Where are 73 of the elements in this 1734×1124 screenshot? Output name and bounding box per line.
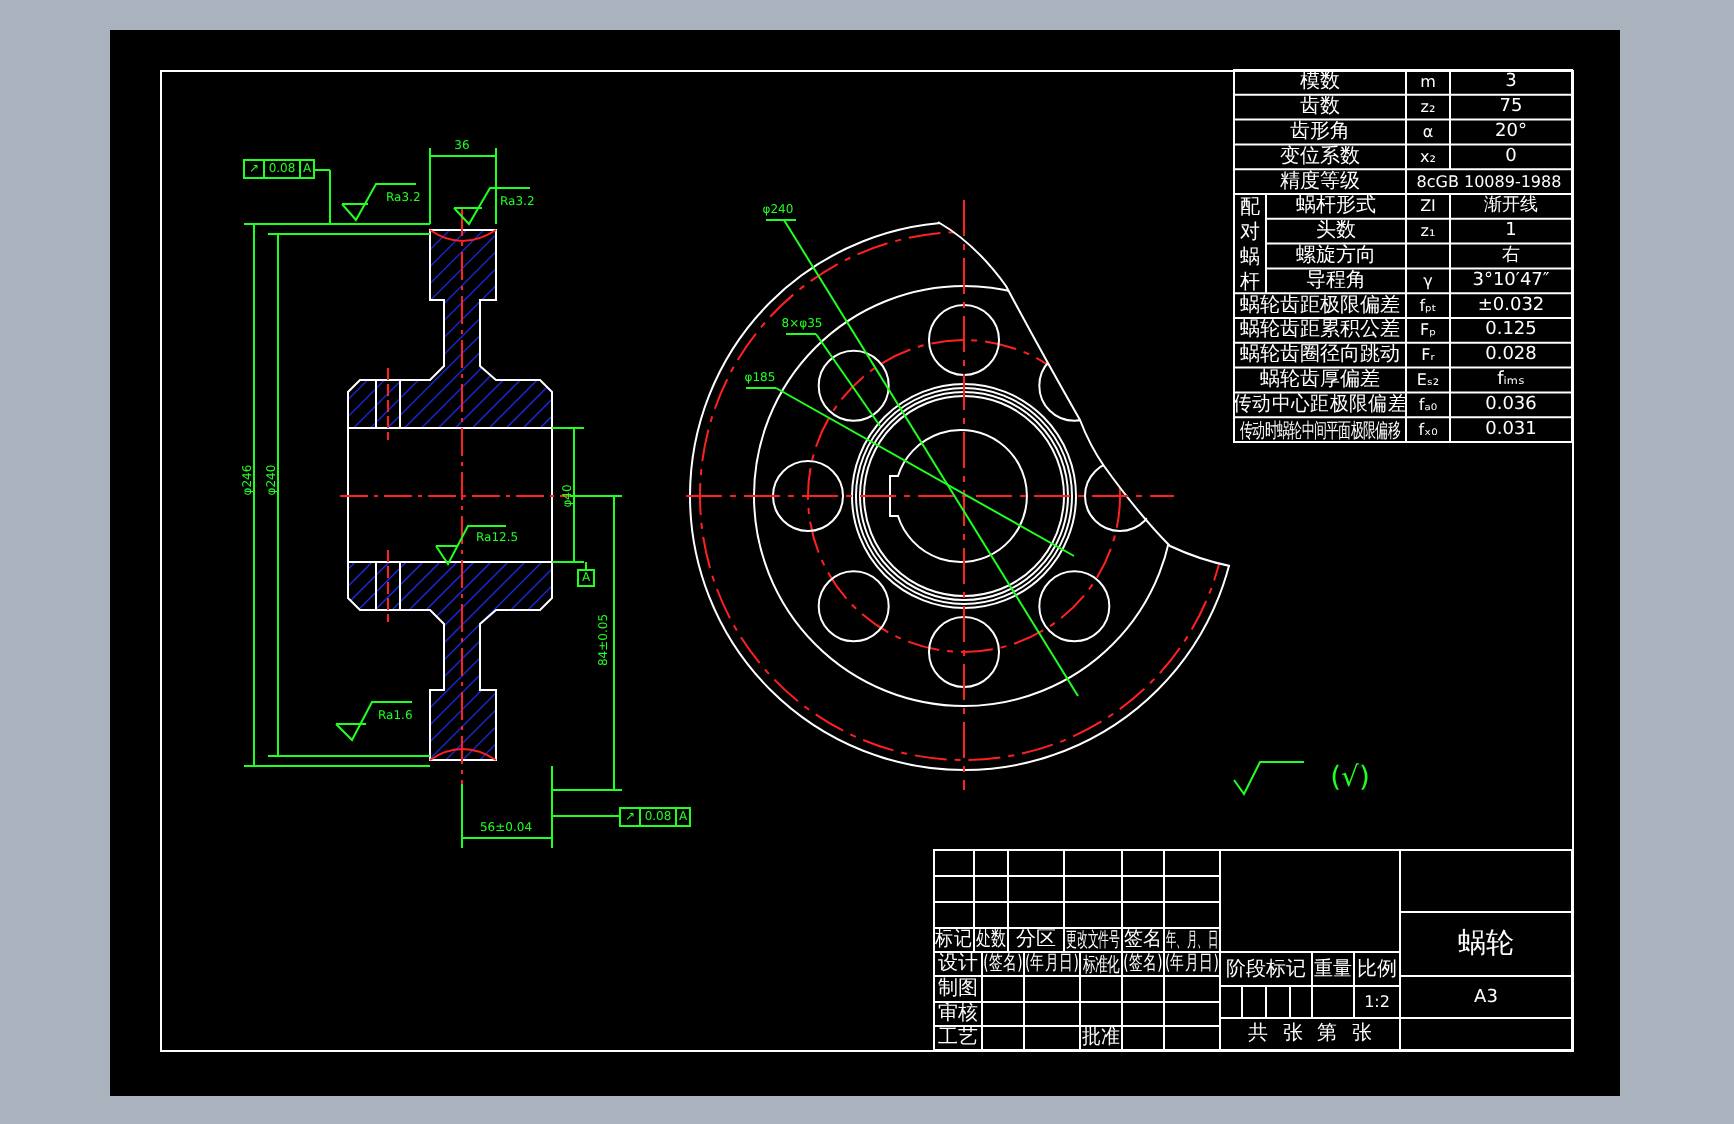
table-cell: 75 (1499, 97, 1523, 118)
table-cell: 工艺 (938, 1027, 978, 1049)
table-cell: 批准 (1081, 1026, 1121, 1050)
table-cell: 0.036 (1485, 394, 1537, 415)
table-cell: 年、月、日 (1165, 928, 1219, 952)
roughness-label: (√) (1330, 762, 1370, 794)
table-cell: (签名) (983, 952, 1023, 976)
table-cell: 0.028 (1485, 345, 1537, 366)
table-cell: z₁ (1420, 222, 1436, 241)
table-cell: 处数 (975, 928, 1007, 952)
table-cell: m (1420, 73, 1436, 92)
table-cell: 20° (1495, 122, 1527, 142)
table-cell: 右 (1502, 246, 1520, 266)
table-cell: 1 (1505, 221, 1517, 242)
table-cell: 蜗轮齿距极限偏差 (1240, 294, 1400, 317)
table-cell: 蜗轮齿距累积公差 (1240, 319, 1400, 342)
table-cell: 分区 (1016, 929, 1056, 951)
roughness-symbol-icon (335, 701, 413, 742)
table-cell: 传动时蜗轮中间平面极限偏移 (1240, 417, 1400, 442)
table-cell: 制图 (938, 978, 978, 1000)
table-cell: Fᵣ (1421, 346, 1435, 365)
table-cell: 审核 (938, 1003, 978, 1025)
table-cell: 设计 (938, 953, 978, 975)
table-cell: fₓ₀ (1418, 420, 1438, 439)
table-cell: 更改文件号 (1066, 928, 1120, 952)
table-cell: 签名 (1123, 928, 1163, 952)
table-cell: 比例 (1357, 959, 1397, 981)
table-cell: 0 (1505, 146, 1517, 167)
table-cell: x₂ (1420, 147, 1436, 166)
table-cell: 0.031 (1485, 419, 1537, 440)
table-cell: Fₚ (1419, 321, 1437, 340)
table-cell: 重量 (1313, 958, 1353, 982)
table-cell: 标记 (935, 928, 973, 952)
table-cell: (年月日) (1165, 952, 1219, 976)
table-cell: (年月日) (1025, 952, 1079, 976)
table-cell: 渐开线 (1484, 196, 1538, 217)
table-cell: 齿数 (1300, 96, 1340, 119)
table-cell: Eₛ₂ (1416, 371, 1440, 389)
table-cell: 精度等级 (1280, 170, 1360, 193)
table-cell: 配对蜗杆 (1240, 197, 1260, 294)
table-cell: (签名) (1123, 952, 1163, 976)
table-cell: 模数 (1300, 71, 1340, 94)
table-cell: ZI (1420, 197, 1436, 216)
table-cell: 齿形角 (1290, 121, 1350, 143)
datum-frame (577, 569, 595, 587)
table-cell: 变位系数 (1280, 145, 1360, 168)
table-cell: fₐ₀ (1418, 395, 1438, 414)
table-cell: fₚₜ (1419, 296, 1437, 315)
sheet-format: A3 (1474, 988, 1498, 1008)
table-cell: 1:2 (1364, 993, 1390, 1011)
table-cell: 头数 (1316, 220, 1356, 243)
table-cell: 蜗轮齿圈径向跳动 (1240, 344, 1400, 367)
table-cell: α (1422, 123, 1434, 141)
roughness-symbol-icon (341, 183, 417, 222)
part-name: 蜗轮 (1458, 928, 1514, 960)
table-cell: 标准化 (1082, 952, 1120, 976)
table-cell: γ (1423, 271, 1433, 290)
table-cell: 0.125 (1485, 320, 1537, 341)
table-cell: fᵢₘₛ (1497, 370, 1525, 390)
table-cell: 8cGB 10089-1988 (1416, 172, 1562, 191)
table-cell: 3°10′47″ (1472, 270, 1550, 291)
table-cell: 传动中心距极限偏差 (1233, 393, 1407, 417)
table-cell: 导程角 (1306, 269, 1366, 292)
table-cell: 阶段标记 (1226, 959, 1306, 981)
table-cell: 蜗杆形式 (1296, 195, 1376, 218)
roughness-symbol-icon (453, 187, 531, 226)
roughness-symbol-icon (1233, 761, 1305, 796)
table-cell: ±0.032 (1477, 295, 1545, 316)
table-cell: z₂ (1420, 98, 1436, 117)
table-cell: 3 (1505, 72, 1517, 93)
table-cell: 共 张 第 张 (1248, 1023, 1372, 1045)
table-cell: 螺旋方向 (1296, 245, 1376, 267)
table-cell: 蜗轮齿厚偏差 (1260, 369, 1380, 391)
